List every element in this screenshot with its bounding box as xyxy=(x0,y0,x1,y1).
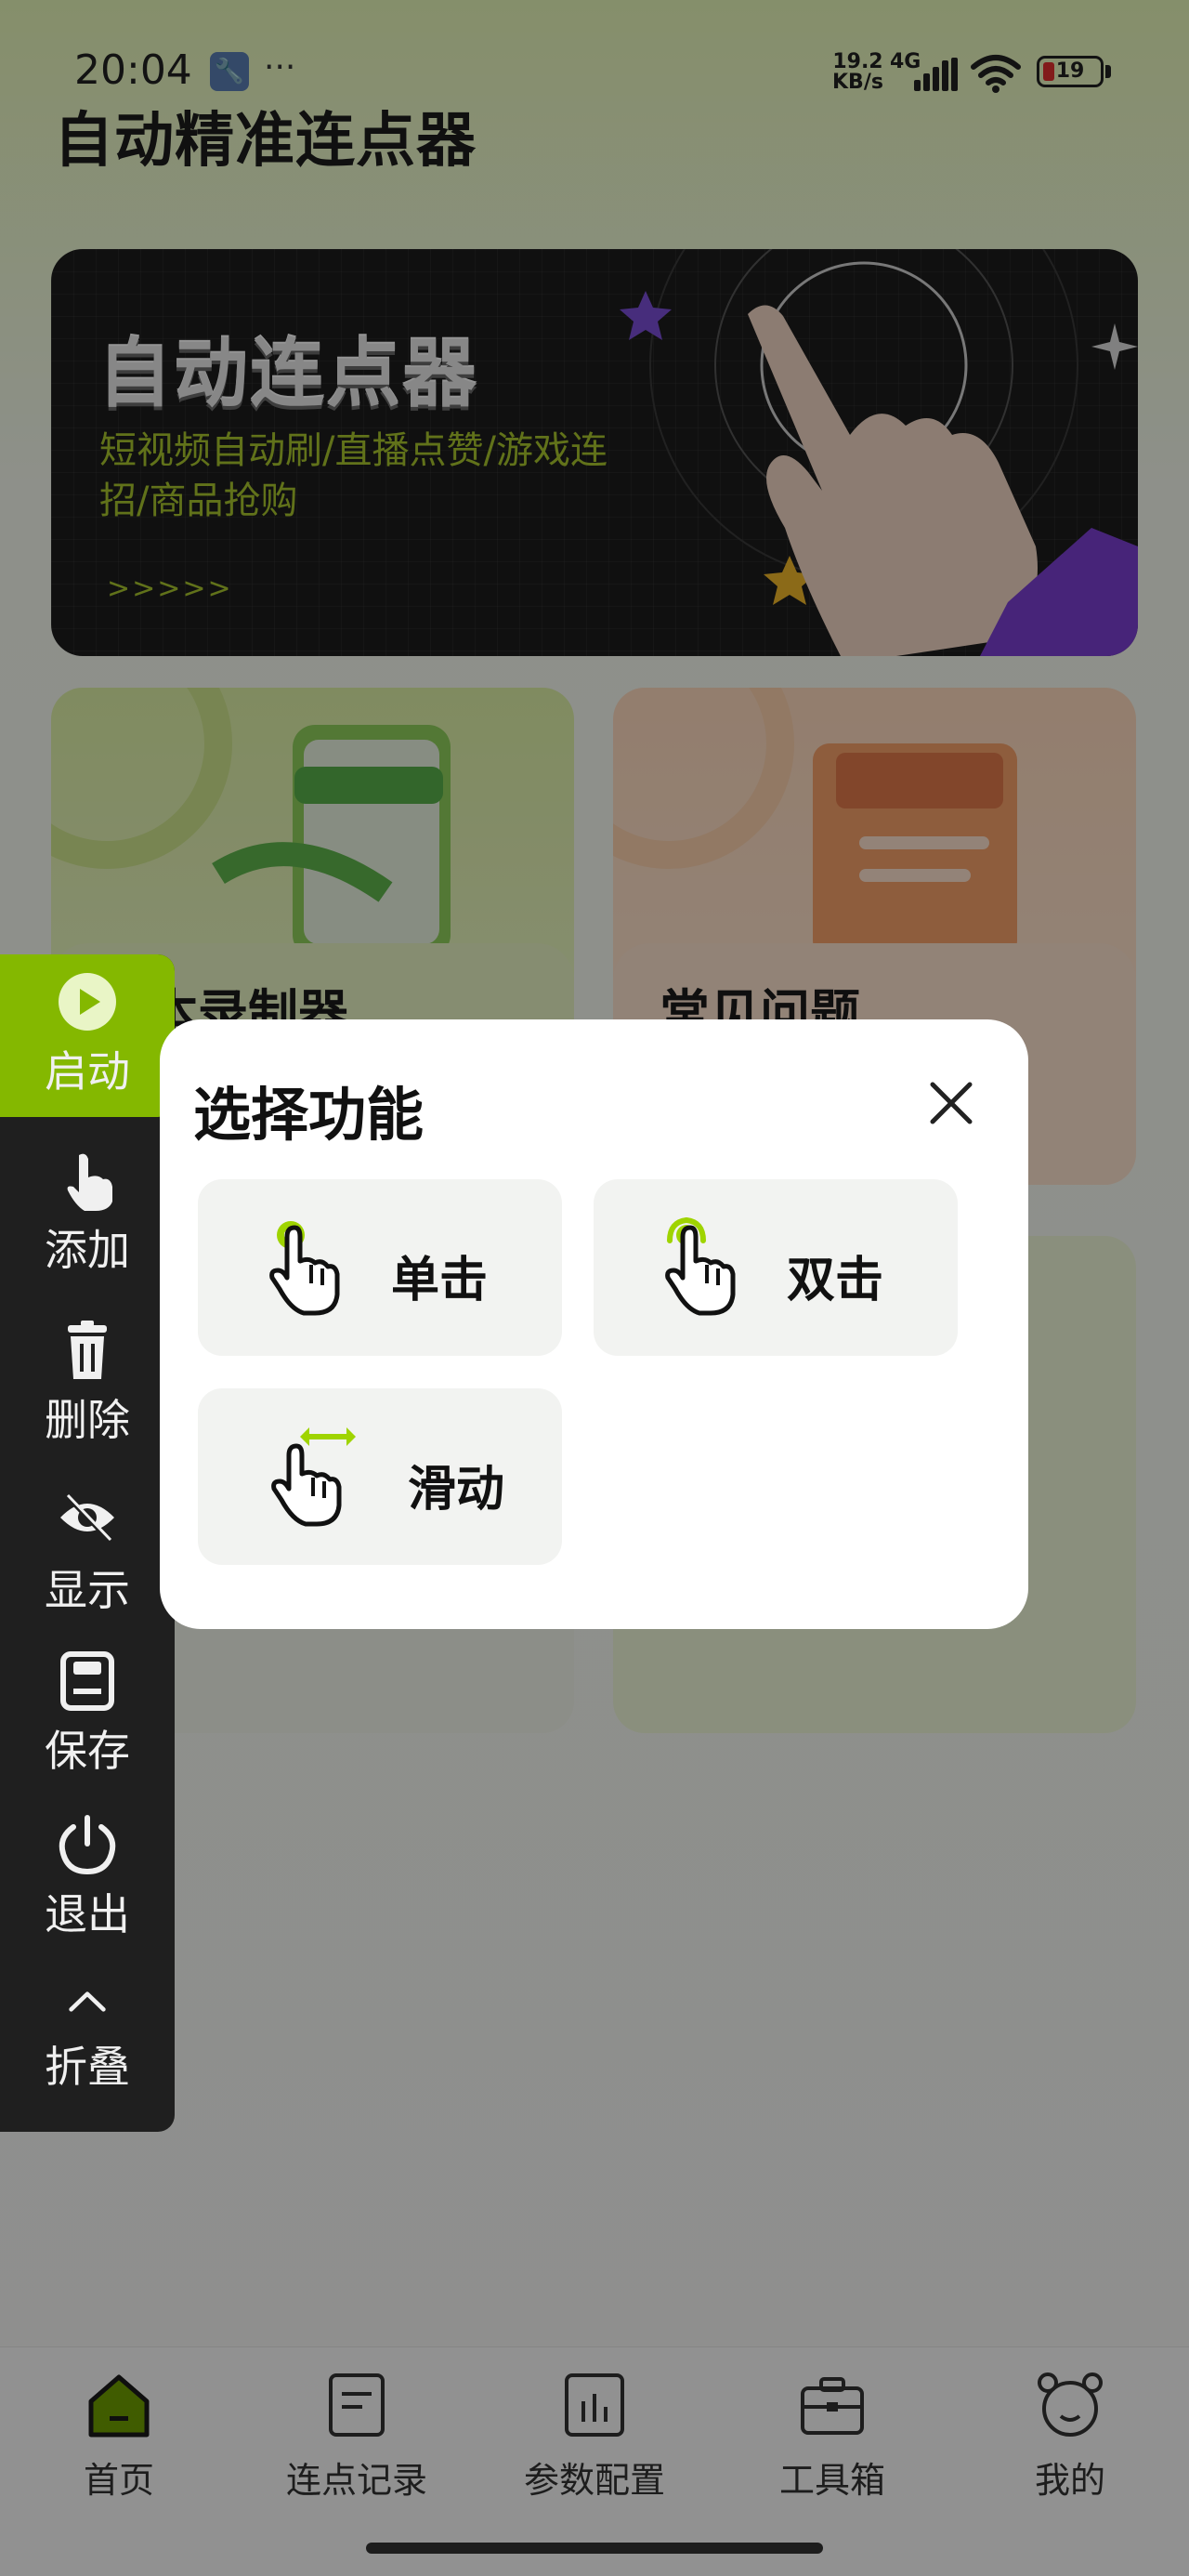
close-icon[interactable] xyxy=(923,1075,979,1131)
collapse-button[interactable]: 折叠 xyxy=(0,1981,175,2095)
add-label: 添加 xyxy=(45,1225,130,1275)
show-label: 显示 xyxy=(45,1565,130,1615)
select-function-dialog: 选择功能 单击 双击 滑动 xyxy=(160,1019,1028,1629)
option-label: 滑动 xyxy=(408,1462,505,1518)
double-tap-icon xyxy=(665,1217,736,1316)
show-button[interactable]: 显示 xyxy=(0,1490,175,1618)
option-label: 双击 xyxy=(787,1253,884,1308)
hand-pointer-icon xyxy=(67,1153,112,1211)
app-screen: 20:04 🔧 ··· 19.2 KB/s 4G 19 自动精准连点器 自动连点… xyxy=(0,0,1189,2576)
delete-button[interactable]: 删除 xyxy=(0,1320,175,1448)
play-icon xyxy=(59,973,116,1031)
collapse-label: 折叠 xyxy=(45,2042,130,2092)
eye-off-icon xyxy=(60,1493,114,1542)
save-label: 保存 xyxy=(45,1726,130,1776)
swipe-option[interactable]: 滑动 xyxy=(198,1388,562,1565)
single-tap-icon xyxy=(269,1221,340,1316)
start-label: 启动 xyxy=(45,1046,130,1097)
dialog-title: 选择功能 xyxy=(193,1081,425,1149)
power-icon xyxy=(59,1815,116,1875)
double-tap-option[interactable]: 双击 xyxy=(594,1179,958,1356)
exit-button[interactable]: 退出 xyxy=(0,1814,175,1942)
chevron-up-icon xyxy=(69,1991,106,2012)
swipe-icon xyxy=(271,1427,356,1527)
add-button[interactable]: 添加 xyxy=(0,1150,175,1278)
exit-label: 退出 xyxy=(45,1889,130,1939)
delete-label: 删除 xyxy=(45,1395,130,1445)
save-button[interactable]: 保存 xyxy=(0,1650,175,1779)
save-icon xyxy=(60,1651,114,1711)
start-button[interactable]: 启动 xyxy=(0,954,175,1117)
trash-icon xyxy=(68,1321,107,1379)
option-label: 单击 xyxy=(391,1253,489,1308)
start-item: 启动 xyxy=(0,971,175,1099)
single-tap-option[interactable]: 单击 xyxy=(198,1179,562,1356)
